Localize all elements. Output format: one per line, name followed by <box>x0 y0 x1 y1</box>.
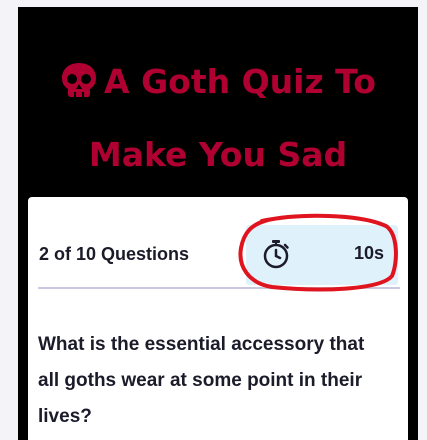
question-text: What is the essential accessory that all… <box>38 334 365 427</box>
quiz-title-text: A Goth Quiz To Make You Sad <box>88 62 376 174</box>
timer-value: 10s <box>353 243 384 263</box>
stopwatch-icon <box>263 240 289 269</box>
question-card: 2 of 10 Questions 10s What is the essent… <box>28 197 408 440</box>
skull-icon <box>62 63 97 97</box>
divider <box>38 287 400 289</box>
timer: 10s <box>246 225 398 285</box>
question-progress: 2 of 10 Questions <box>39 244 190 264</box>
quiz-title: A Goth Quiz To Make You Sad <box>18 45 418 191</box>
